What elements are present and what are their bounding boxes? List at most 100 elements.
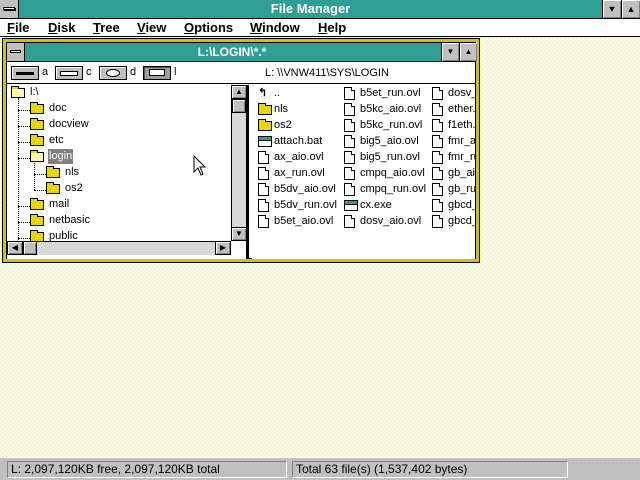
document-icon [432,183,443,196]
tree-scroll-thumb[interactable] [232,99,246,113]
tree-connector [18,222,30,223]
minimize-button[interactable]: ▼ [602,0,621,18]
menu-tree[interactable]: Tree [93,20,120,35]
tree-hscroll-thumb[interactable] [23,241,37,255]
tree-connector [18,98,19,241]
system-menu-button[interactable] [0,0,19,18]
menu-help[interactable]: Help [318,20,346,35]
document-icon [432,135,443,148]
tree-connector [34,190,46,191]
file-name: dosv_r [448,87,475,99]
menu-window[interactable]: Window [250,20,300,35]
program-icon [344,200,358,211]
network-drive-icon [143,66,171,80]
file-name: attach.bat [274,135,323,147]
menu-file[interactable]: File [7,20,29,35]
tree-connector [34,163,35,190]
tree-item-label: l:\ [30,86,39,98]
file-name: cmpq_run.ovl [360,183,427,195]
tree-connector [18,126,30,127]
tree-item-label: docview [49,118,89,130]
file-name: b5et_run.ovl [360,87,421,99]
document-icon [344,167,355,180]
file-name: b5et_aio.ovl [274,215,334,227]
scroll-left-arrow-icon[interactable]: ◀ [7,241,23,255]
folder-icon [30,102,44,114]
menu-disk-mnemonic: D [48,20,58,35]
file-name: fmr_ru [448,151,475,163]
file-name: nls [274,103,289,115]
drive-a-label: a [42,66,49,78]
folder-open-icon [30,150,44,162]
file-name: b5dv_aio.ovl [274,183,336,195]
tree-item-label: doc [49,102,67,114]
file-list-pane: ↰ .. nls os2 attach.bat ax_aio.ovl ax_ru… [252,85,475,259]
floppy-drive-icon [11,66,39,80]
document-icon [432,167,443,180]
menu-disk-label: isk [57,20,76,35]
folder-icon [30,118,44,130]
document-icon [432,215,443,228]
file-name: fmr_ai [448,135,475,147]
menu-help-mnemonic: H [318,20,328,35]
document-icon [344,119,355,132]
file-name: ax_run.ovl [274,167,325,179]
hard-drive-icon [55,66,83,80]
document-icon [432,199,443,212]
menu-options-label: ptions [194,20,234,35]
document-icon [344,135,355,148]
menu-view[interactable]: View [137,20,166,35]
app-title: File Manager [270,1,351,16]
drive-a[interactable]: a [11,66,51,80]
file-name: gb_run [448,183,475,195]
drive-d[interactable]: d [99,66,139,80]
tree-connector [18,110,30,111]
scroll-up-arrow-icon[interactable]: ▲ [231,85,246,99]
document-icon [258,151,269,164]
menu-file-label: ile [14,20,30,35]
tree-item-label: mail [49,198,70,210]
menu-disk[interactable]: Disk [48,20,75,35]
menu-options[interactable]: Options [184,20,233,35]
file-name: b5kc_run.ovl [360,119,423,131]
directory-window-titlebar[interactable]: L:\LOGIN\*.* ▼ ▲ [7,43,477,62]
drive-l[interactable]: l [143,66,183,80]
document-icon [258,183,269,196]
tree-connector [18,158,30,159]
document-icon [258,167,269,180]
file-name: cx.exe [360,199,392,211]
child-minimize-button[interactable]: ▼ [441,43,459,61]
tree-connector [34,174,46,175]
tree-item-label: os2 [65,182,83,194]
folder-icon [30,134,44,146]
file-name: gb_aic [448,167,475,179]
document-icon [344,215,355,228]
scroll-down-arrow-icon[interactable]: ▼ [231,227,246,241]
document-icon [432,87,443,100]
status-file-count: Total 63 file(s) (1,537,402 bytes) [292,461,568,478]
document-icon [344,183,355,196]
tree-horizontal-scrollbar[interactable]: ◀ ▶ [7,241,231,255]
child-maximize-button[interactable]: ▲ [459,43,477,61]
drive-c[interactable]: c [55,66,95,80]
up-icon: ↰ [258,87,268,99]
directory-window-client: L:\LOGIN\*.* ▼ ▲ a c d l L: \\VNW411\SYS… [6,42,477,259]
title-bar: File Manager ▼ ▲ [0,0,640,19]
folder-open-icon [11,86,25,98]
document-icon [344,151,355,164]
tree-vertical-scrollbar[interactable]: ▲ ▼ [231,85,246,241]
tree-item-label: etc [49,134,64,146]
folder-icon [30,230,44,241]
status-disk-space: L: 2,097,120KB free, 2,097,120KB total [7,461,287,478]
tree-connector [18,142,30,143]
folder-icon [258,103,272,115]
menu-tree-label: ree [100,20,120,35]
directory-window-title: L:\LOGIN\*.* [197,45,267,59]
scroll-right-arrow-icon[interactable]: ▶ [215,241,231,255]
maximize-button[interactable]: ▲ [621,0,640,18]
tree-item-label: login [48,149,74,164]
drive-l-label: l [174,66,177,78]
child-system-menu-button[interactable] [7,43,25,61]
drive-d-label: d [130,66,137,78]
document-icon [258,215,269,228]
